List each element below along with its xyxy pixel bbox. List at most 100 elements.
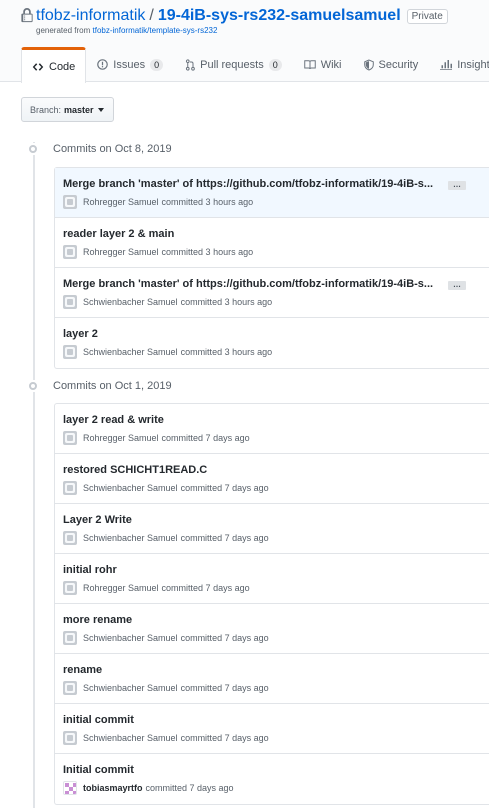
avatar[interactable] bbox=[63, 681, 77, 695]
book-icon bbox=[303, 60, 316, 70]
commit-message-link[interactable]: Layer 2 Write bbox=[63, 514, 132, 526]
commit-author[interactable]: Schwienbacher Samuel bbox=[83, 633, 178, 643]
commit-author[interactable]: Schwienbacher Samuel bbox=[83, 733, 178, 743]
commit-group-header: Commits on Oct 8, 2019 bbox=[27, 143, 172, 155]
commit-row[interactable]: initial commit Schwienbacher Samuel comm… bbox=[55, 704, 489, 754]
avatar[interactable] bbox=[63, 195, 77, 209]
issue-icon bbox=[97, 59, 109, 70]
expand-message-button[interactable]: … bbox=[448, 181, 466, 190]
commit-author[interactable]: Rohregger Samuel bbox=[83, 433, 159, 443]
avatar[interactable] bbox=[63, 345, 77, 359]
commit-time: committed 7 days ago bbox=[145, 783, 234, 793]
commit-message-link[interactable]: Merge branch 'master' of https://github.… bbox=[63, 278, 433, 290]
repo-owner-link[interactable]: tfobz-informatik bbox=[36, 7, 145, 25]
tab-wiki[interactable]: Wiki bbox=[293, 47, 353, 82]
tab-pull-requests-label: Pull requests bbox=[200, 58, 264, 71]
repo-title: tfobz-informatik / 19-4iB-sys-rs232-samu… bbox=[21, 7, 448, 25]
commit-meta: Schwienbacher Samuel committed 7 days ag… bbox=[63, 481, 269, 495]
commit-meta: Schwienbacher Samuel committed 7 days ag… bbox=[63, 531, 269, 545]
commit-author[interactable]: Schwienbacher Samuel bbox=[83, 683, 178, 693]
avatar[interactable] bbox=[63, 531, 77, 545]
avatar[interactable] bbox=[63, 295, 77, 309]
tab-issues[interactable]: Issues 0 bbox=[86, 47, 174, 82]
code-icon bbox=[32, 62, 44, 71]
commit-message-link[interactable]: Merge branch 'master' of https://github.… bbox=[63, 178, 433, 190]
commit-meta: Schwienbacher Samuel committed 3 hours a… bbox=[63, 345, 272, 359]
tab-insights-label: Insights bbox=[457, 58, 489, 71]
commit-time: committed 7 days ago bbox=[180, 483, 269, 493]
branch-select-button[interactable]: Branch: master bbox=[21, 97, 114, 122]
avatar[interactable] bbox=[63, 781, 77, 795]
commit-author[interactable]: Schwienbacher Samuel bbox=[83, 347, 178, 357]
lock-icon bbox=[21, 7, 33, 22]
commit-group-date: Commits on Oct 1, 2019 bbox=[53, 380, 172, 392]
template-link[interactable]: tfobz-informatik/template-sys-rs232 bbox=[93, 26, 218, 35]
path-separator: / bbox=[149, 7, 154, 24]
commit-icon bbox=[27, 143, 39, 155]
avatar[interactable] bbox=[63, 431, 77, 445]
commit-author[interactable]: Schwienbacher Samuel bbox=[83, 297, 178, 307]
commit-message-link[interactable]: Initial commit bbox=[63, 764, 134, 776]
commit-icon bbox=[27, 380, 39, 392]
caret-down-icon bbox=[97, 107, 104, 112]
commit-row[interactable]: initial rohr Rohregger Samuel committed … bbox=[55, 554, 489, 604]
avatar[interactable] bbox=[63, 245, 77, 259]
private-badge: Private bbox=[406, 8, 448, 24]
avatar[interactable] bbox=[63, 631, 77, 645]
commits-timeline bbox=[33, 142, 35, 808]
commit-author[interactable]: Schwienbacher Samuel bbox=[83, 533, 178, 543]
commit-time: committed 7 days ago bbox=[161, 433, 250, 443]
commit-row[interactable]: Layer 2 Write Schwienbacher Samuel commi… bbox=[55, 504, 489, 554]
commit-time: committed 7 days ago bbox=[180, 633, 269, 643]
branch-prefix: Branch: bbox=[30, 104, 62, 115]
commit-message-link[interactable]: more rename bbox=[63, 614, 132, 626]
commit-row[interactable]: restored SCHICHT1READ.C Schwienbacher Sa… bbox=[55, 454, 489, 504]
commit-message-link[interactable]: reader layer 2 & main bbox=[63, 228, 174, 240]
tab-pull-requests[interactable]: Pull requests 0 bbox=[174, 47, 293, 82]
commit-row[interactable]: reader layer 2 & main Rohregger Samuel c… bbox=[55, 218, 489, 268]
expand-message-button[interactable]: … bbox=[448, 281, 466, 290]
commit-message-link[interactable]: layer 2 bbox=[63, 328, 98, 340]
commit-meta: Schwienbacher Samuel committed 7 days ag… bbox=[63, 631, 269, 645]
avatar[interactable] bbox=[63, 581, 77, 595]
commit-author[interactable]: Rohregger Samuel bbox=[83, 197, 159, 207]
commit-meta: Rohregger Samuel committed 7 days ago bbox=[63, 581, 250, 595]
commit-time: committed 7 days ago bbox=[180, 733, 269, 743]
commit-time: committed 3 hours ago bbox=[161, 197, 254, 207]
commit-row[interactable]: Merge branch 'master' of https://github.… bbox=[55, 168, 489, 218]
commit-author[interactable]: tobiasmayrtfo bbox=[83, 783, 143, 793]
commit-row[interactable]: Merge branch 'master' of https://github.… bbox=[55, 268, 489, 318]
commit-author[interactable]: Rohregger Samuel bbox=[83, 247, 159, 257]
commit-row[interactable]: rename Schwienbacher Samuel committed 7 … bbox=[55, 654, 489, 704]
commit-meta: Rohregger Samuel committed 3 hours ago bbox=[63, 245, 253, 259]
avatar[interactable] bbox=[63, 731, 77, 745]
repo-name-link[interactable]: 19-4iB-sys-rs232-samuelsamuel bbox=[158, 7, 401, 25]
tab-security[interactable]: Security bbox=[353, 47, 430, 82]
commit-list: layer 2 read & write Rohregger Samuel co… bbox=[54, 403, 489, 805]
commit-meta: Schwienbacher Samuel committed 7 days ag… bbox=[63, 731, 269, 745]
commit-message-link[interactable]: restored SCHICHT1READ.C bbox=[63, 464, 207, 476]
commit-message-link[interactable]: initial commit bbox=[63, 714, 134, 726]
commit-author[interactable]: Schwienbacher Samuel bbox=[83, 483, 178, 493]
tab-insights[interactable]: Insights bbox=[429, 47, 489, 82]
graph-icon bbox=[440, 60, 453, 70]
commit-message-link[interactable]: rename bbox=[63, 664, 102, 676]
tab-code[interactable]: Code bbox=[21, 47, 87, 83]
commit-meta: Rohregger Samuel committed 3 hours ago bbox=[63, 195, 253, 209]
commit-meta: Schwienbacher Samuel committed 3 hours a… bbox=[63, 295, 272, 309]
commit-meta: Schwienbacher Samuel committed 7 days ag… bbox=[63, 681, 269, 695]
tab-issues-label: Issues bbox=[113, 58, 146, 71]
branch-name: master bbox=[64, 104, 94, 115]
commit-row[interactable]: more rename Schwienbacher Samuel committ… bbox=[55, 604, 489, 654]
commit-group-date: Commits on Oct 8, 2019 bbox=[53, 143, 172, 155]
commit-row[interactable]: layer 2 read & write Rohregger Samuel co… bbox=[55, 404, 489, 454]
pull-request-icon bbox=[186, 58, 195, 71]
commit-time: committed 7 days ago bbox=[180, 683, 269, 693]
commit-message-link[interactable]: layer 2 read & write bbox=[63, 414, 164, 426]
avatar[interactable] bbox=[63, 481, 77, 495]
commit-row[interactable]: Initial commit tobiasmayrtfo committed 7… bbox=[55, 754, 489, 804]
commit-author[interactable]: Rohregger Samuel bbox=[83, 583, 159, 593]
commit-message-link[interactable]: initial rohr bbox=[63, 564, 117, 576]
shield-icon bbox=[363, 58, 374, 71]
commit-row[interactable]: layer 2 Schwienbacher Samuel committed 3… bbox=[55, 318, 489, 368]
